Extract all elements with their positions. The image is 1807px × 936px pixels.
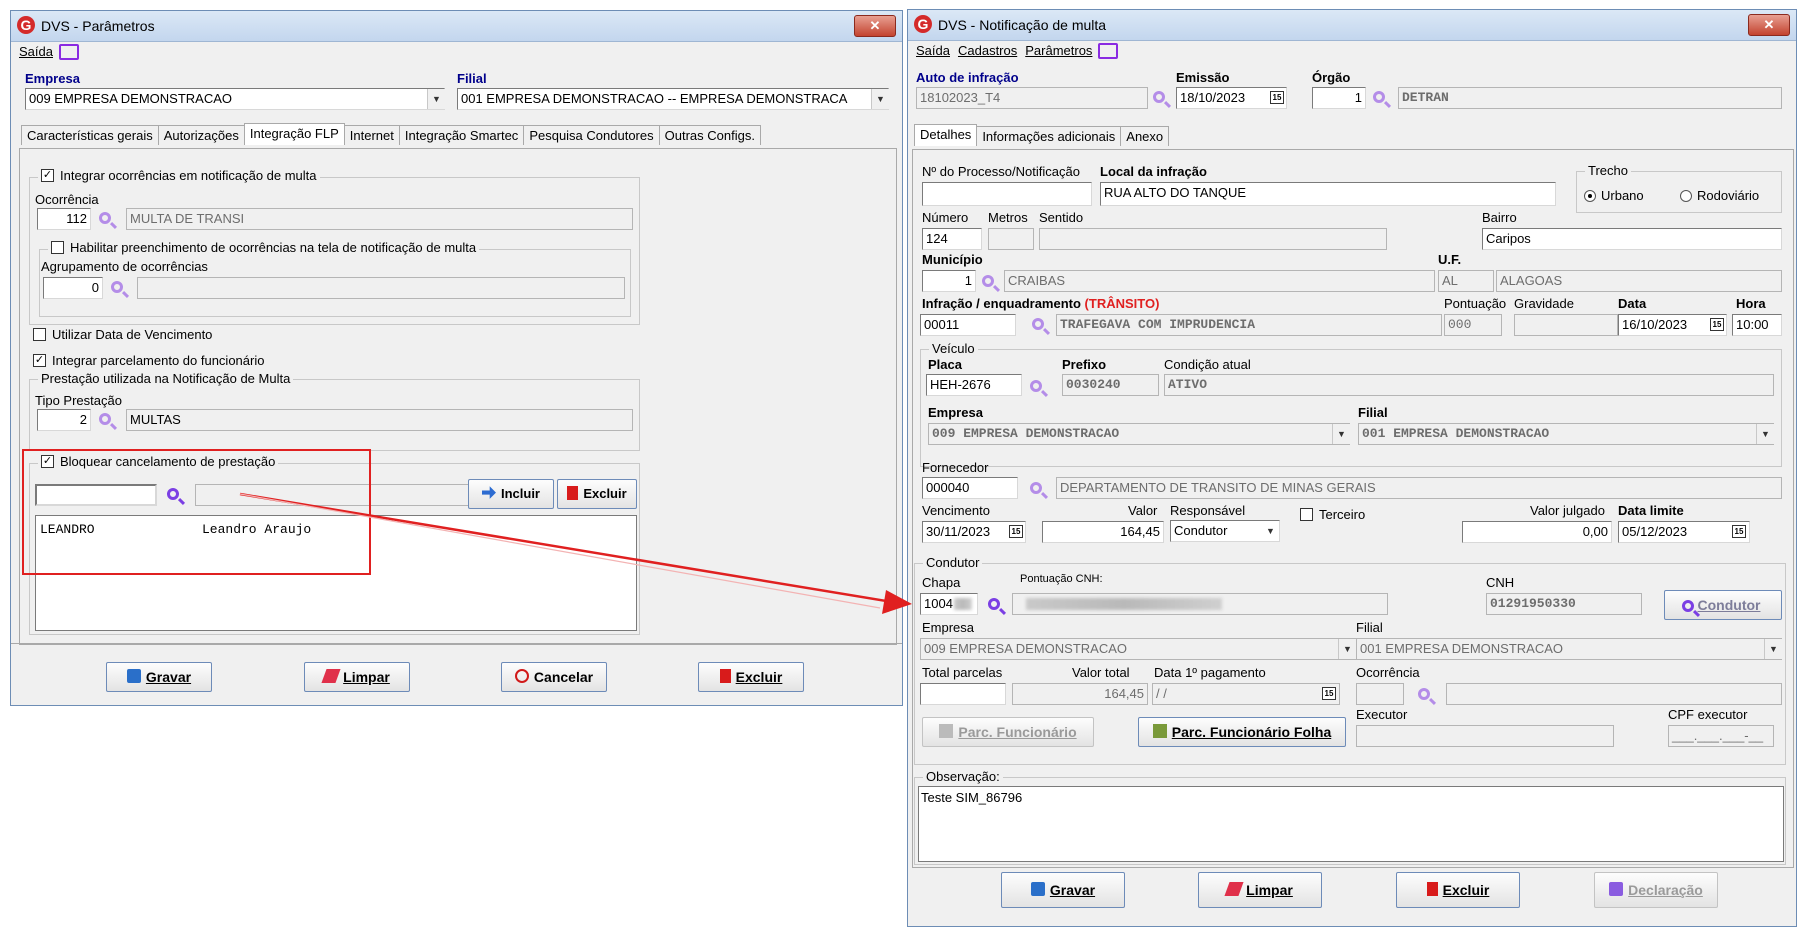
arrow-shadow: [239, 493, 881, 609]
arrow-line: [239, 492, 893, 604]
annotation-arrow: [239, 492, 912, 614]
arrow-head: [882, 590, 912, 614]
